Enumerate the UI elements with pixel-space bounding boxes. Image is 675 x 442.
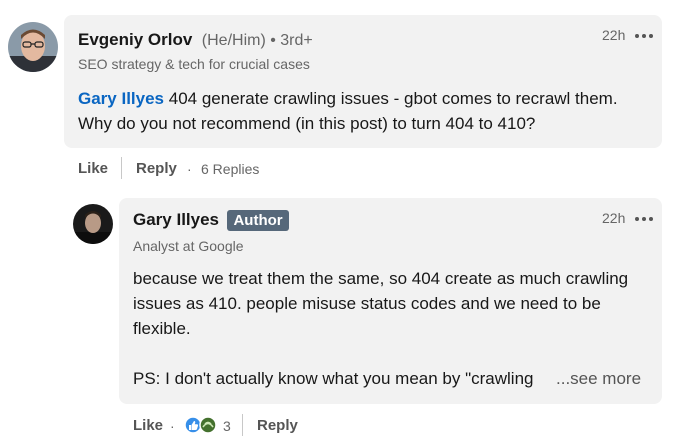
comment-author-connection: • 3rd+ [270, 32, 313, 49]
action-divider [242, 414, 243, 436]
comment-bubble: Evgeniy Orlov (He/Him) • 3rd+ SEO strate… [64, 15, 662, 148]
reply-author-name[interactable]: Gary Illyes [133, 210, 219, 229]
like-reaction-icon [184, 416, 217, 434]
comment-body-line1: 404 generate crawling issues - gbot come… [164, 89, 618, 108]
comment-author-name[interactable]: Evgeniy Orlov [78, 30, 192, 49]
action-divider [121, 157, 122, 179]
action-dot: · [170, 418, 175, 434]
avatar-gary-illyes[interactable] [73, 204, 113, 244]
reply-body-line1: because we treat them the same, so 404 c… [133, 269, 629, 288]
comment-author-pronouns: (He/Him) [201, 32, 266, 49]
comment-time: 22h [602, 27, 626, 43]
reply-author-headline: Analyst at Google [133, 238, 244, 254]
comment-author-headline: SEO strategy & tech for crucial cases [78, 56, 310, 72]
comment-body-line2: Why do you not recommend (in this post) … [78, 114, 536, 133]
reply-bubble: Gary Illyes Author Analyst at Google 22h… [119, 198, 662, 404]
reply-time: 22h [602, 210, 626, 226]
comment-like-button[interactable]: Like [78, 160, 108, 177]
avatar-photo [73, 204, 113, 244]
avatar-evgeniy-orlov[interactable] [8, 22, 58, 72]
reply-body-line4: PS: I don't actually know what you mean … [133, 369, 534, 388]
reply-body-line2: issues as 410. people misuse status code… [133, 294, 601, 313]
reply-body-line3: flexible. [133, 319, 191, 338]
replies-count-link[interactable]: 6 Replies [201, 161, 259, 177]
reactions-summary[interactable] [184, 416, 218, 434]
reply-reply-button[interactable]: Reply [257, 417, 298, 434]
reply-like-button[interactable]: Like [133, 417, 163, 434]
more-icon[interactable] [635, 34, 653, 38]
mention-gary-illyes[interactable]: Gary Illyes [78, 89, 164, 108]
see-more-button[interactable]: ...see more [556, 366, 641, 391]
reaction-count[interactable]: 3 [223, 418, 231, 434]
avatar-photo [8, 22, 58, 72]
reply-body: because we treat them the same, so 404 c… [133, 266, 628, 391]
comment-body: Gary Illyes 404 generate crawling issues… [78, 86, 618, 136]
action-dot: · [187, 161, 192, 177]
comment-reply-button[interactable]: Reply [136, 160, 177, 177]
more-icon[interactable] [635, 217, 653, 221]
author-badge: Author [227, 210, 289, 231]
